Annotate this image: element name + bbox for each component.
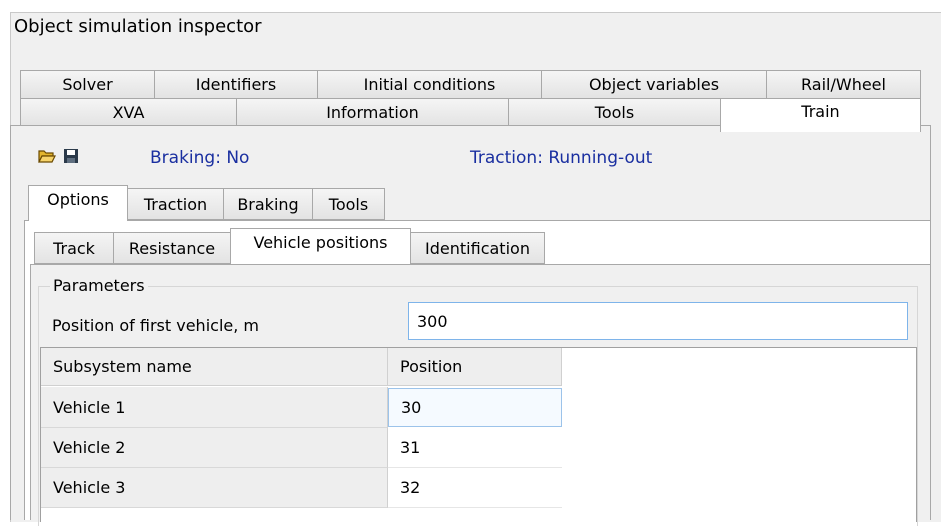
tab-traction[interactable]: Traction [127, 188, 224, 220]
tab-tools[interactable]: Tools [508, 98, 721, 127]
tab-information[interactable]: Information [236, 98, 509, 127]
header-subsystem-name: Subsystem name [41, 348, 388, 386]
row-position-vehicle-3[interactable]: 32 [388, 468, 562, 508]
row-name-vehicle-3[interactable]: Vehicle 3 [41, 468, 388, 508]
tab-identifiers[interactable]: Identifiers [154, 70, 318, 99]
floppy-save-icon[interactable] [61, 146, 81, 166]
parameters-group-label: Parameters [50, 276, 148, 295]
row-name-vehicle-1[interactable]: Vehicle 1 [41, 387, 388, 428]
tab-identification[interactable]: Identification [410, 232, 545, 264]
tab-train[interactable]: Train [720, 98, 921, 132]
tab-initial-conditions[interactable]: Initial conditions [317, 70, 542, 99]
header-position: Position [388, 348, 562, 386]
tab-object-variables[interactable]: Object variables [541, 70, 767, 99]
window-title: Object simulation inspector [14, 16, 262, 37]
tab-sub-tools[interactable]: Tools [312, 188, 385, 220]
first-vehicle-position-label: Position of first vehicle, m [52, 316, 259, 335]
row-position-vehicle-1[interactable]: 30 [388, 388, 562, 427]
tab-resistance[interactable]: Resistance [113, 232, 231, 264]
tab-solver[interactable]: Solver [20, 70, 155, 99]
tab-braking[interactable]: Braking [223, 188, 313, 220]
traction-status: Traction: Running-out [470, 148, 653, 168]
first-vehicle-position-input[interactable] [408, 302, 908, 340]
tab-rail-wheel[interactable]: Rail/Wheel [766, 70, 921, 99]
tab-xva[interactable]: XVA [20, 98, 237, 127]
tab-track[interactable]: Track [34, 232, 114, 264]
row-position-vehicle-2[interactable]: 31 [388, 428, 562, 468]
row-name-vehicle-2[interactable]: Vehicle 2 [41, 428, 388, 468]
braking-status: Braking: No [150, 148, 250, 168]
tab-options[interactable]: Options [28, 185, 128, 221]
tab-vehicle-positions[interactable]: Vehicle positions [230, 228, 411, 264]
folder-open-icon[interactable] [37, 146, 57, 166]
